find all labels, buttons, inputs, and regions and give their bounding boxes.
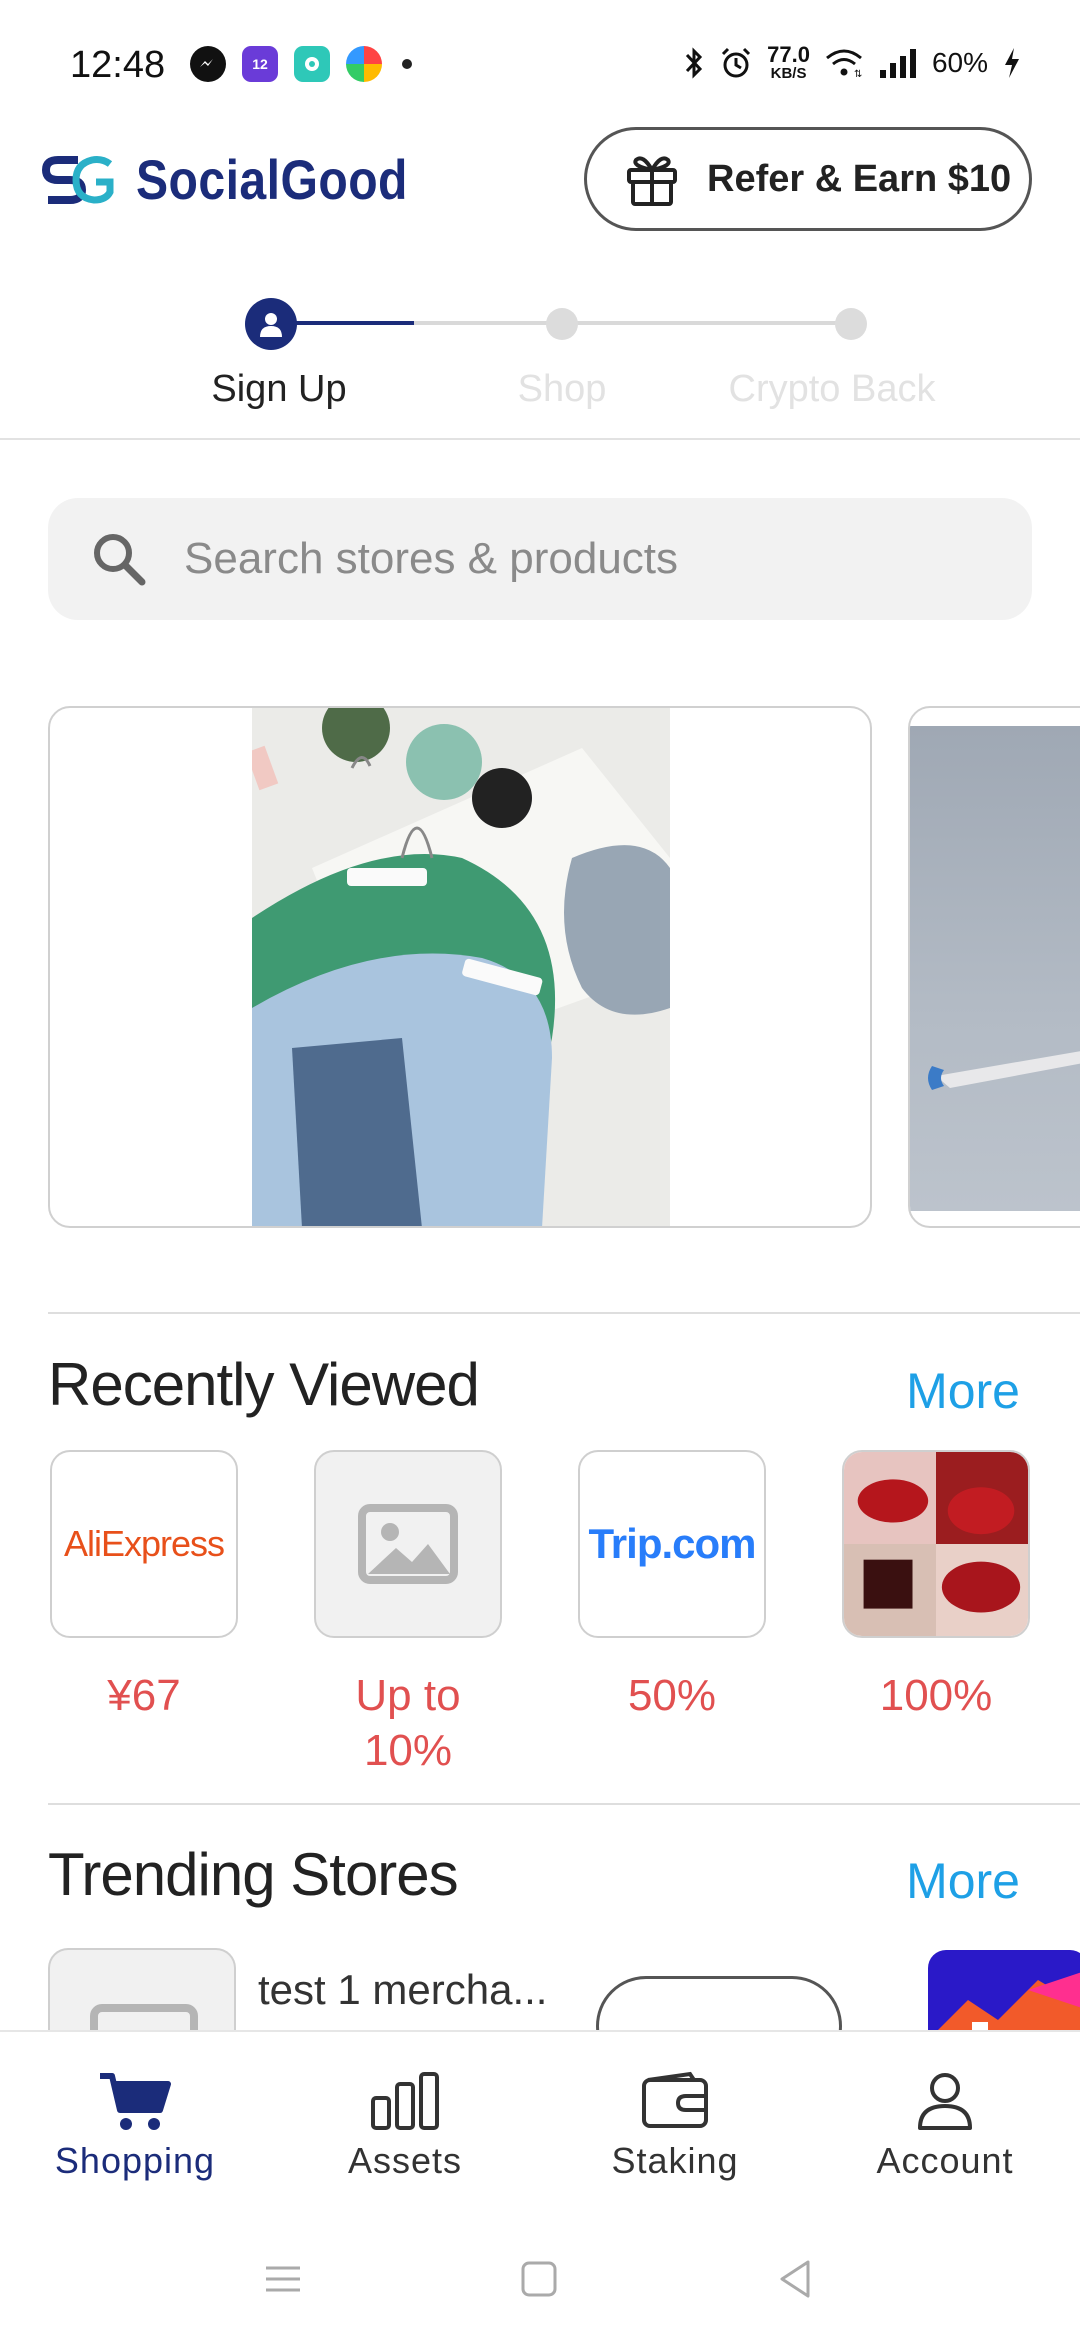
brand-logo[interactable]: SocialGood: [42, 147, 452, 212]
nav-account-label: Account: [876, 2140, 1014, 2181]
more-notifications-icon: [402, 59, 412, 69]
image-placeholder-icon: [314, 1450, 502, 1638]
recently-viewed-item[interactable]: Up to 10%: [314, 1450, 502, 1778]
step-shop-label: Shop: [517, 368, 607, 410]
step-connector-active: [284, 321, 414, 325]
trending-stores-more-link[interactable]: More: [906, 1852, 1020, 1910]
recently-viewed-title: Recently Viewed: [48, 1351, 480, 1418]
promo-banner-next[interactable]: [908, 706, 1080, 1228]
wallet-icon: [642, 2071, 708, 2128]
lipstick-product-image: [842, 1450, 1030, 1638]
system-navigation-bar: [0, 2230, 1080, 2340]
nav-account[interactable]: Account: [810, 2070, 1080, 2182]
refer-label: Refer & Earn $10: [707, 157, 1012, 200]
step-cryptoback-dot: [835, 308, 867, 340]
nav-assets[interactable]: Assets: [270, 2070, 540, 2182]
home-icon[interactable]: [518, 2258, 560, 2300]
menu-icon[interactable]: [262, 2258, 304, 2300]
search-bar[interactable]: [48, 498, 1032, 620]
header-divider: [0, 438, 1080, 440]
aliexpress-logo: AliExpress: [50, 1450, 238, 1638]
cashback-value: 50%: [627, 1671, 717, 1720]
nav-assets-label: Assets: [347, 2140, 463, 2181]
cart-icon: [100, 2073, 171, 2130]
charging-icon: [1005, 47, 1019, 78]
status-bar: 12:48 12 77.0 KB/S ⇅ 60%: [0, 0, 1080, 130]
back-icon[interactable]: [774, 2258, 816, 2300]
chat-app-icon: [294, 46, 330, 82]
nav-shopping[interactable]: Shopping: [0, 2070, 270, 2182]
nav-staking[interactable]: Staking: [540, 2070, 810, 2182]
brand-name: SocialGood: [136, 148, 408, 211]
person-icon: [260, 313, 282, 337]
alarm-icon: [722, 47, 751, 77]
step-signup-dot: [245, 298, 297, 350]
section-divider: [48, 1312, 1080, 1314]
bluetooth-icon: [686, 46, 703, 79]
person-icon: [918, 2073, 972, 2130]
gift-icon: [627, 156, 677, 206]
promo-banner[interactable]: [48, 706, 872, 1228]
wifi-icon: ⇅: [826, 49, 862, 78]
tripcom-logo: Trip.com: [578, 1450, 766, 1638]
refer-earn-button[interactable]: Refer & Earn $10: [584, 127, 1032, 231]
status-time: 12:48: [70, 44, 166, 86]
recently-viewed-more-link[interactable]: More: [906, 1362, 1020, 1420]
messenger-icon: [190, 46, 226, 82]
cashback-value: ¥67: [107, 1671, 181, 1720]
signal-icon: [879, 48, 916, 78]
step-cryptoback-label: Crypto Back: [728, 368, 936, 410]
nav-staking-label: Staking: [611, 2140, 739, 2181]
network-speed: 77.0 KB/S: [767, 42, 810, 82]
recently-viewed-item[interactable]: Trip.com 50%: [578, 1450, 766, 1723]
recently-viewed-item[interactable]: 100%: [842, 1450, 1030, 1723]
search-icon: [94, 534, 146, 586]
cashback-value: Up to 10%: [355, 1671, 461, 1775]
bottom-navigation: Shopping Assets Staking Account: [0, 2030, 1080, 2230]
photos-app-icon: [346, 46, 382, 82]
step-shop-dot: [546, 308, 578, 340]
notification-icons: 12: [190, 46, 412, 82]
recently-viewed-item[interactable]: AliExpress ¥67: [50, 1450, 238, 1723]
cashback-value: 100%: [879, 1671, 993, 1720]
onboarding-stepper: Sign Up Shop Crypto Back: [0, 290, 1080, 440]
socialgood-logo-icon: [42, 155, 114, 204]
step-connector: [414, 321, 854, 325]
banner-image-airplane: [910, 726, 1080, 1211]
search-input[interactable]: [184, 534, 984, 584]
shopping-app-icon: 12: [242, 46, 278, 82]
battery-percent: 60%: [931, 46, 988, 78]
section-divider: [48, 1803, 1080, 1805]
svg-text:⇅: ⇅: [854, 69, 862, 78]
bar-chart-icon: [371, 2072, 439, 2130]
store-name[interactable]: test 1 mercha...: [258, 1966, 547, 2014]
trending-stores-title: Trending Stores: [48, 1841, 459, 1908]
step-signup-label: Sign Up: [211, 368, 347, 410]
status-indicators: 77.0 KB/S ⇅ 60%: [683, 44, 1022, 81]
banner-image-clothing: [252, 708, 670, 1226]
app-header: SocialGood Refer & Earn $10: [0, 125, 1080, 240]
nav-shopping-label: Shopping: [54, 2140, 216, 2181]
